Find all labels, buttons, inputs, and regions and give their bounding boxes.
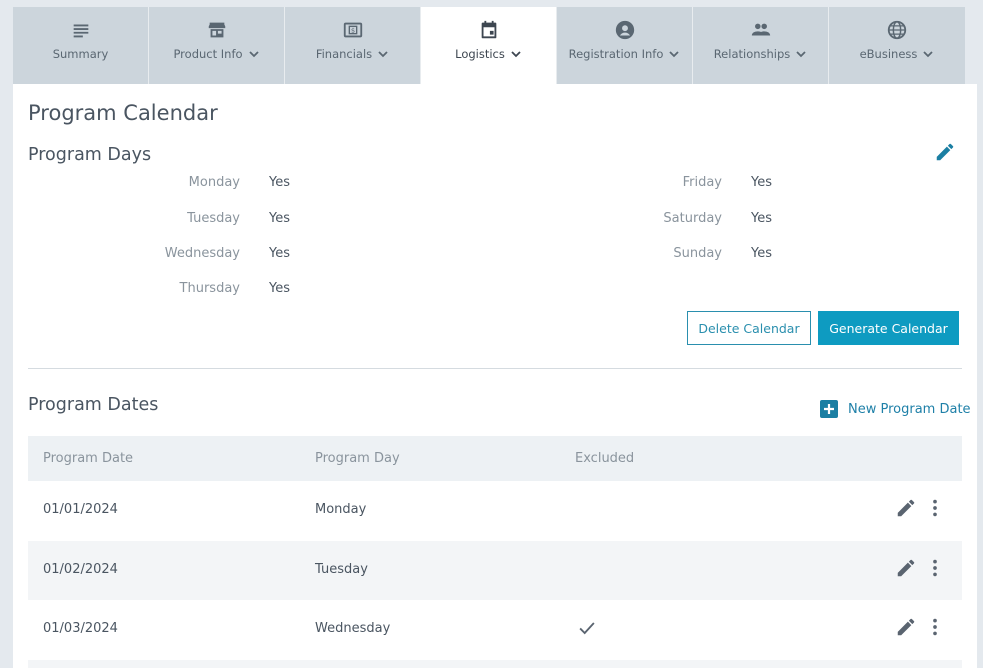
day-label-thursday: Thursday	[179, 281, 240, 296]
chevron-down-icon	[511, 51, 521, 58]
table-row-partial	[28, 659, 962, 668]
tab-bar: Summary Product Info $ Financials Logist…	[13, 7, 965, 85]
day-label-sunday: Sunday	[673, 246, 722, 261]
tab-summary[interactable]: Summary	[13, 7, 149, 84]
money-icon: $	[343, 22, 362, 38]
more-vertical-icon[interactable]	[924, 557, 946, 579]
page-title: Program Calendar	[28, 101, 218, 125]
cell-program-date: 01/02/2024	[43, 561, 118, 577]
cell-program-day: Monday	[315, 502, 367, 517]
tab-label: Product Info	[173, 47, 243, 61]
day-value-monday: Yes	[269, 175, 290, 190]
column-header-program-day: Program Day	[315, 451, 400, 466]
summary-lines-icon	[73, 24, 88, 38]
tab-registration-info[interactable]: Registration Info	[557, 7, 693, 84]
day-value-saturday: Yes	[751, 211, 772, 226]
store-icon	[208, 22, 225, 38]
table-row: 01/03/2024 Wednesday	[28, 600, 962, 660]
chevron-down-icon	[669, 51, 680, 58]
day-label-monday: Monday	[188, 175, 240, 190]
people-icon	[751, 23, 770, 36]
chevron-down-icon	[923, 51, 934, 58]
cell-program-date: 01/03/2024	[43, 621, 118, 636]
svg-text:$: $	[350, 26, 354, 34]
edit-row-pencil-icon[interactable]	[895, 557, 917, 579]
new-program-date-link[interactable]: New Program Date	[820, 400, 971, 418]
cell-program-day: Tuesday	[315, 561, 368, 577]
day-label-friday: Friday	[682, 175, 722, 190]
tab-label: Registration Info	[568, 47, 664, 61]
day-value-sunday: Yes	[751, 246, 772, 261]
day-value-tuesday: Yes	[269, 211, 290, 226]
tab-product-info[interactable]: Product Info	[149, 7, 285, 84]
cell-program-date: 01/01/2024	[43, 502, 118, 517]
tab-label: Logistics	[455, 47, 505, 61]
chevron-down-icon	[248, 51, 259, 58]
tab-financials[interactable]: $ Financials	[285, 7, 421, 84]
program-dates-table: Program Date Program Day Excluded 01/01/…	[28, 436, 962, 668]
account-circle-icon	[615, 20, 634, 40]
calendar-icon	[481, 20, 496, 39]
table-header: Program Date Program Day Excluded	[28, 436, 962, 481]
program-dates-title: Program Dates	[28, 395, 159, 415]
day-label-saturday: Saturday	[663, 211, 722, 226]
more-vertical-icon[interactable]	[924, 497, 946, 519]
edit-program-days-pencil-icon[interactable]	[934, 141, 956, 163]
chevron-down-icon	[378, 51, 388, 58]
tab-label: Summary	[52, 47, 109, 61]
chevron-down-icon	[796, 51, 806, 58]
generate-calendar-button[interactable]: Generate Calendar	[818, 311, 959, 345]
section-divider	[28, 368, 962, 369]
table-row: 01/02/2024 Tuesday	[28, 540, 962, 600]
tab-ebusiness[interactable]: eBusiness	[829, 7, 965, 84]
edit-row-pencil-icon[interactable]	[895, 497, 917, 519]
plus-box-icon	[820, 400, 838, 418]
tab-label: Relationships	[713, 47, 791, 61]
more-vertical-icon[interactable]	[924, 616, 946, 638]
globe-icon	[887, 20, 907, 40]
tab-relationships[interactable]: Relationships	[693, 7, 829, 84]
content-panel: Program Calendar Program Days Monday Yes…	[13, 84, 977, 668]
day-value-wednesday: Yes	[269, 246, 290, 261]
tab-logistics[interactable]: Logistics	[421, 7, 557, 85]
cell-program-day: Wednesday	[315, 621, 391, 636]
delete-calendar-button[interactable]: Delete Calendar	[687, 311, 811, 345]
day-label-tuesday: Tuesday	[187, 211, 240, 226]
excluded-check-icon	[579, 622, 595, 635]
edit-row-pencil-icon[interactable]	[895, 616, 917, 638]
program-days-title: Program Days	[28, 145, 152, 165]
column-header-excluded: Excluded	[575, 451, 635, 466]
day-label-wednesday: Wednesday	[164, 246, 240, 261]
day-value-thursday: Yes	[269, 281, 290, 296]
column-header-program-date: Program Date	[43, 451, 134, 466]
tab-label: eBusiness	[859, 47, 918, 61]
day-value-friday: Yes	[751, 175, 772, 190]
new-program-date-label: New Program Date	[848, 401, 971, 417]
table-row: 01/01/2024 Monday	[28, 481, 962, 541]
tab-label: Financials	[315, 47, 373, 61]
